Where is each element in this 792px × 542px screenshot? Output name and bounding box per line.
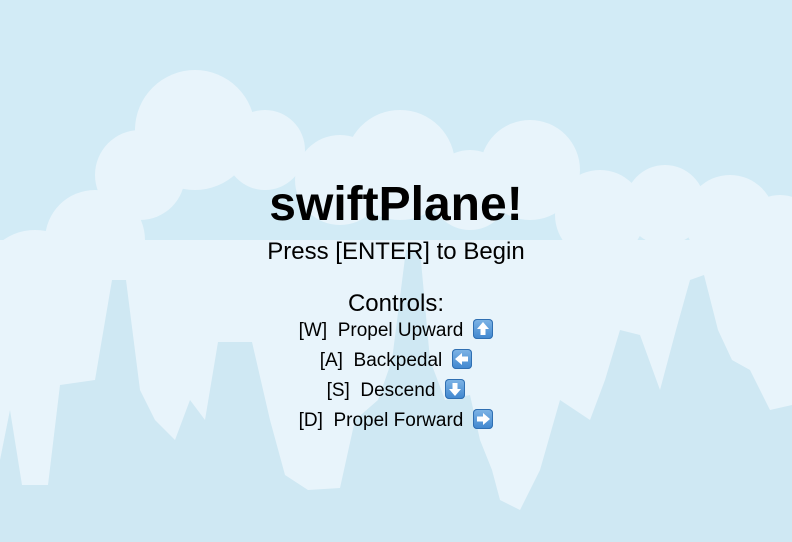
control-row-s: [S] Descend bbox=[0, 376, 792, 406]
left-arrow-icon bbox=[452, 349, 473, 369]
controls-list: [W] Propel Upward [A] Backpedal [S] Desc… bbox=[0, 316, 792, 436]
game-title: swiftPlane! bbox=[269, 178, 523, 231]
right-arrow-icon bbox=[473, 409, 494, 429]
control-action: Descend bbox=[360, 380, 436, 401]
control-action: Backpedal bbox=[353, 350, 443, 371]
control-key: [D] bbox=[298, 410, 323, 431]
control-action: Propel Forward bbox=[333, 410, 464, 431]
control-row-d: [D] Propel Forward bbox=[0, 406, 792, 436]
control-key: [W] bbox=[298, 320, 328, 341]
control-action: Propel Upward bbox=[337, 320, 464, 341]
controls-heading: Controls: bbox=[347, 290, 445, 317]
control-key: [A] bbox=[319, 350, 343, 371]
down-arrow-icon bbox=[445, 379, 466, 399]
control-row-w: [W] Propel Upward bbox=[0, 316, 792, 346]
cloud-skyline-background bbox=[0, 70, 792, 542]
start-prompt: Press [ENTER] to Begin bbox=[267, 238, 525, 265]
control-key: [S] bbox=[326, 380, 350, 401]
game-screen[interactable]: swiftPlane! Press [ENTER] to Begin Contr… bbox=[0, 0, 792, 542]
up-arrow-icon bbox=[473, 319, 494, 339]
control-row-a: [A] Backpedal bbox=[0, 346, 792, 376]
